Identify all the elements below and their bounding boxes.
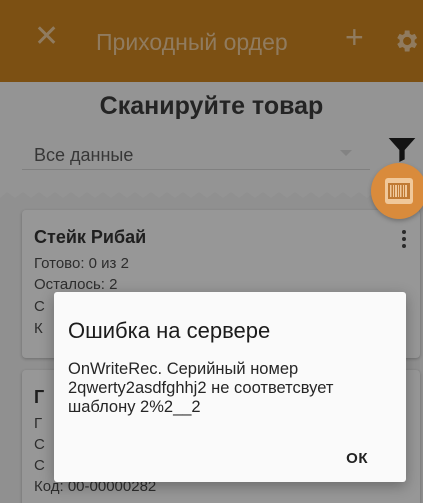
app-screen: ✕ Приходный ордер + Сканируйте товар Все… [0,0,423,503]
dialog-title: Ошибка на сервере [68,318,271,343]
error-dialog: Ошибка на сервере OnWriteRec. Серийный н… [54,292,406,482]
dialog-message: OnWriteRec. Серийный номер 2qwerty2asdfg… [68,360,334,416]
barcode-icon [385,178,413,204]
ok-button[interactable]: ОК [346,450,368,467]
scan-barcode-button[interactable] [371,163,423,219]
